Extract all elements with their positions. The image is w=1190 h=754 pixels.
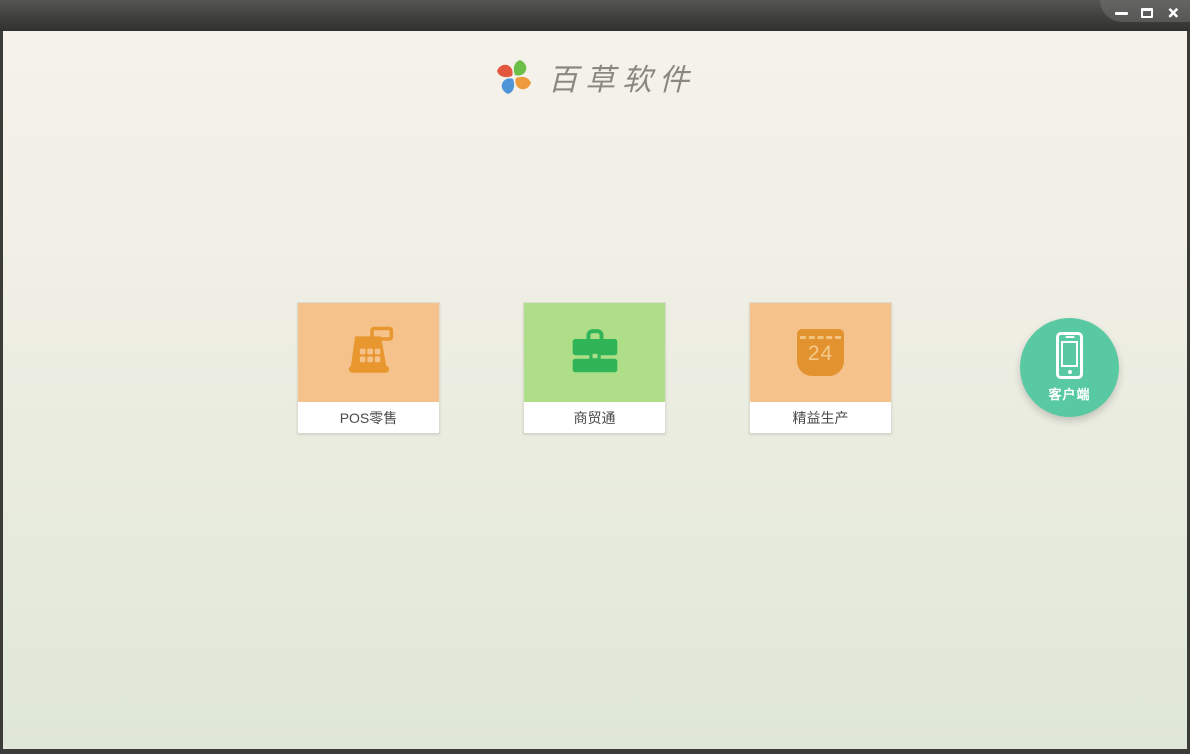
phone-speaker <box>1065 336 1074 338</box>
card-art-lean: 24 <box>750 303 891 402</box>
card-art-trade <box>524 303 665 402</box>
brand-header: 百草软件 <box>3 55 1187 99</box>
cash-register-icon <box>348 326 393 373</box>
app-title: 百草软件 <box>548 63 696 98</box>
smartphone-icon <box>1056 332 1083 379</box>
phone-screen <box>1061 341 1078 367</box>
client-button-label: 客户端 <box>1048 387 1091 402</box>
main-content: 百草软件 POS零售 商贸通 24 精益生产 客户端 <box>3 31 1187 749</box>
minimize-button[interactable] <box>1113 5 1129 21</box>
product-card-lean-production[interactable]: 24 精益生产 <box>749 302 892 433</box>
product-label-pos: POS零售 <box>298 402 439 433</box>
card-art-pos <box>298 303 439 402</box>
titlebar[interactable]: × <box>0 0 1190 31</box>
calendar-day-number: 24 <box>807 342 834 365</box>
product-card-pos-retail[interactable]: POS零售 <box>297 302 440 433</box>
maximize-button[interactable] <box>1139 5 1155 21</box>
product-card-trade[interactable]: 商贸通 <box>523 302 666 433</box>
phone-home-button <box>1067 370 1072 374</box>
window-controls: × <box>1100 0 1190 22</box>
calendar-icon: 24 <box>797 329 844 376</box>
close-button[interactable]: × <box>1165 3 1181 23</box>
product-label-trade: 商贸通 <box>524 402 665 433</box>
pinwheel-logo-icon <box>497 60 531 94</box>
calendar-dashes <box>800 336 841 339</box>
close-icon: × <box>1167 3 1179 23</box>
briefcase-icon <box>572 328 617 372</box>
minimize-icon <box>1114 11 1128 15</box>
client-app-button[interactable]: 客户端 <box>1020 318 1119 417</box>
maximize-icon <box>1141 8 1153 18</box>
product-label-lean: 精益生产 <box>750 402 891 433</box>
